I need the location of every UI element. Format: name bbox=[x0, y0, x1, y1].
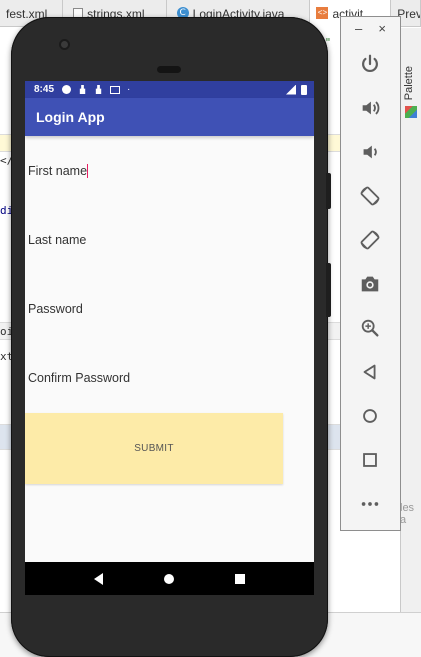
camera-icon bbox=[361, 276, 379, 292]
nav-back-icon[interactable] bbox=[93, 572, 103, 585]
rotate-left-icon bbox=[360, 186, 380, 206]
password-hint: Password bbox=[28, 302, 83, 316]
power-icon bbox=[362, 54, 378, 73]
home-button[interactable] bbox=[357, 403, 383, 429]
status-right-icons bbox=[286, 84, 307, 95]
submit-button-label: SUBMIT bbox=[134, 443, 174, 454]
signal-icon bbox=[286, 84, 296, 95]
back-icon bbox=[363, 364, 376, 380]
person-notification-icon bbox=[79, 85, 86, 94]
emulator-window-controls: – × bbox=[341, 17, 400, 39]
close-button[interactable]: × bbox=[378, 21, 386, 36]
volume-down-button[interactable] bbox=[357, 139, 383, 165]
home-icon bbox=[363, 409, 377, 423]
first-name-field[interactable]: First name bbox=[28, 164, 89, 178]
back-button[interactable] bbox=[357, 359, 383, 385]
submit-button[interactable]: SUBMIT bbox=[25, 413, 283, 484]
palette-label: Palette bbox=[403, 66, 415, 101]
minimize-button[interactable]: – bbox=[355, 21, 362, 36]
right-hint-text: les a bbox=[400, 502, 415, 526]
front-camera bbox=[59, 39, 70, 50]
layout-icon: <> bbox=[316, 7, 329, 19]
volume-down-icon bbox=[363, 145, 377, 159]
last-name-field[interactable]: Last name bbox=[28, 233, 86, 247]
app-bar: Login App bbox=[25, 98, 314, 136]
screenshot-button[interactable] bbox=[357, 271, 383, 297]
palette-icon bbox=[405, 106, 417, 118]
earpiece-speaker bbox=[157, 66, 181, 73]
app-title: Login App bbox=[36, 109, 105, 125]
confirm-password-hint: Confirm Password bbox=[28, 371, 131, 385]
device-power-button[interactable] bbox=[326, 173, 331, 209]
first-name-hint: First name bbox=[28, 164, 88, 178]
status-time: 8:45 bbox=[34, 84, 55, 95]
more-icon bbox=[361, 502, 379, 506]
navigation-bar bbox=[25, 562, 314, 595]
last-name-hint: Last name bbox=[28, 233, 87, 247]
rotate-left-button[interactable] bbox=[357, 183, 383, 209]
palette-panel[interactable]: Palette bbox=[400, 28, 421, 657]
status-bar: 8:45 · bbox=[25, 81, 314, 98]
device-screen[interactable]: 8:45 · Login App First name Last name Pa… bbox=[25, 81, 314, 595]
overview-button[interactable] bbox=[357, 447, 383, 473]
more-notifications-dot: · bbox=[127, 84, 131, 95]
device-volume-button[interactable] bbox=[326, 263, 331, 317]
emulator-toolbar: – × bbox=[340, 16, 401, 531]
nav-home-icon[interactable] bbox=[163, 573, 174, 584]
nav-recent-apps-icon[interactable] bbox=[235, 573, 246, 584]
zoom-icon bbox=[361, 319, 379, 337]
password-field[interactable]: Password bbox=[28, 302, 83, 316]
volume-up-button[interactable] bbox=[357, 95, 383, 121]
settings-notification-icon bbox=[62, 85, 72, 94]
confirm-password-field[interactable]: Confirm Password bbox=[28, 371, 130, 385]
volume-up-icon bbox=[362, 101, 380, 115]
rotate-right-icon bbox=[360, 230, 380, 250]
battery-icon bbox=[301, 84, 307, 95]
mail-notification-icon bbox=[110, 85, 121, 94]
rotate-right-button[interactable] bbox=[357, 227, 383, 253]
person-notification-icon bbox=[95, 85, 102, 94]
more-button[interactable] bbox=[357, 491, 383, 517]
power-button[interactable] bbox=[357, 51, 383, 77]
overview-icon bbox=[363, 453, 377, 467]
zoom-button[interactable] bbox=[357, 315, 383, 341]
text-cursor bbox=[87, 164, 89, 178]
